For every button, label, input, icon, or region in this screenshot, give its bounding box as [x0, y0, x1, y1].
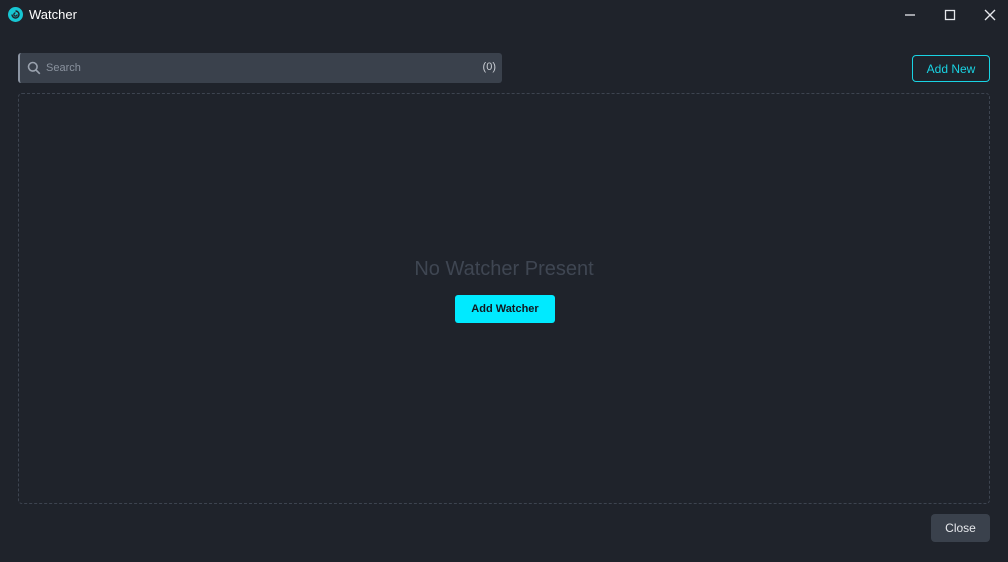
search-result-count: (0): [482, 61, 496, 73]
maximize-button[interactable]: [930, 0, 970, 30]
watcher-list-panel: No Watcher Present Add Watcher: [18, 93, 990, 504]
maximize-icon: [944, 9, 956, 21]
add-watcher-button[interactable]: Add Watcher: [455, 295, 555, 323]
minimize-icon: [905, 14, 915, 16]
title-bar: Watcher: [0, 0, 1008, 30]
search-input[interactable]: [46, 59, 466, 77]
minimize-button[interactable]: [890, 0, 930, 30]
search-icon: [27, 61, 41, 75]
window-close-button[interactable]: [970, 0, 1008, 30]
watcher-window: Watcher (0) Add New No Watcher Present A…: [0, 0, 1008, 562]
close-icon: [984, 9, 996, 21]
app-logo-icon: [8, 7, 23, 22]
close-button[interactable]: Close: [931, 514, 990, 542]
add-new-button[interactable]: Add New: [912, 55, 990, 82]
search-bar[interactable]: (0): [18, 53, 502, 83]
empty-state-message: No Watcher Present: [414, 258, 594, 280]
window-title: Watcher: [29, 7, 77, 22]
